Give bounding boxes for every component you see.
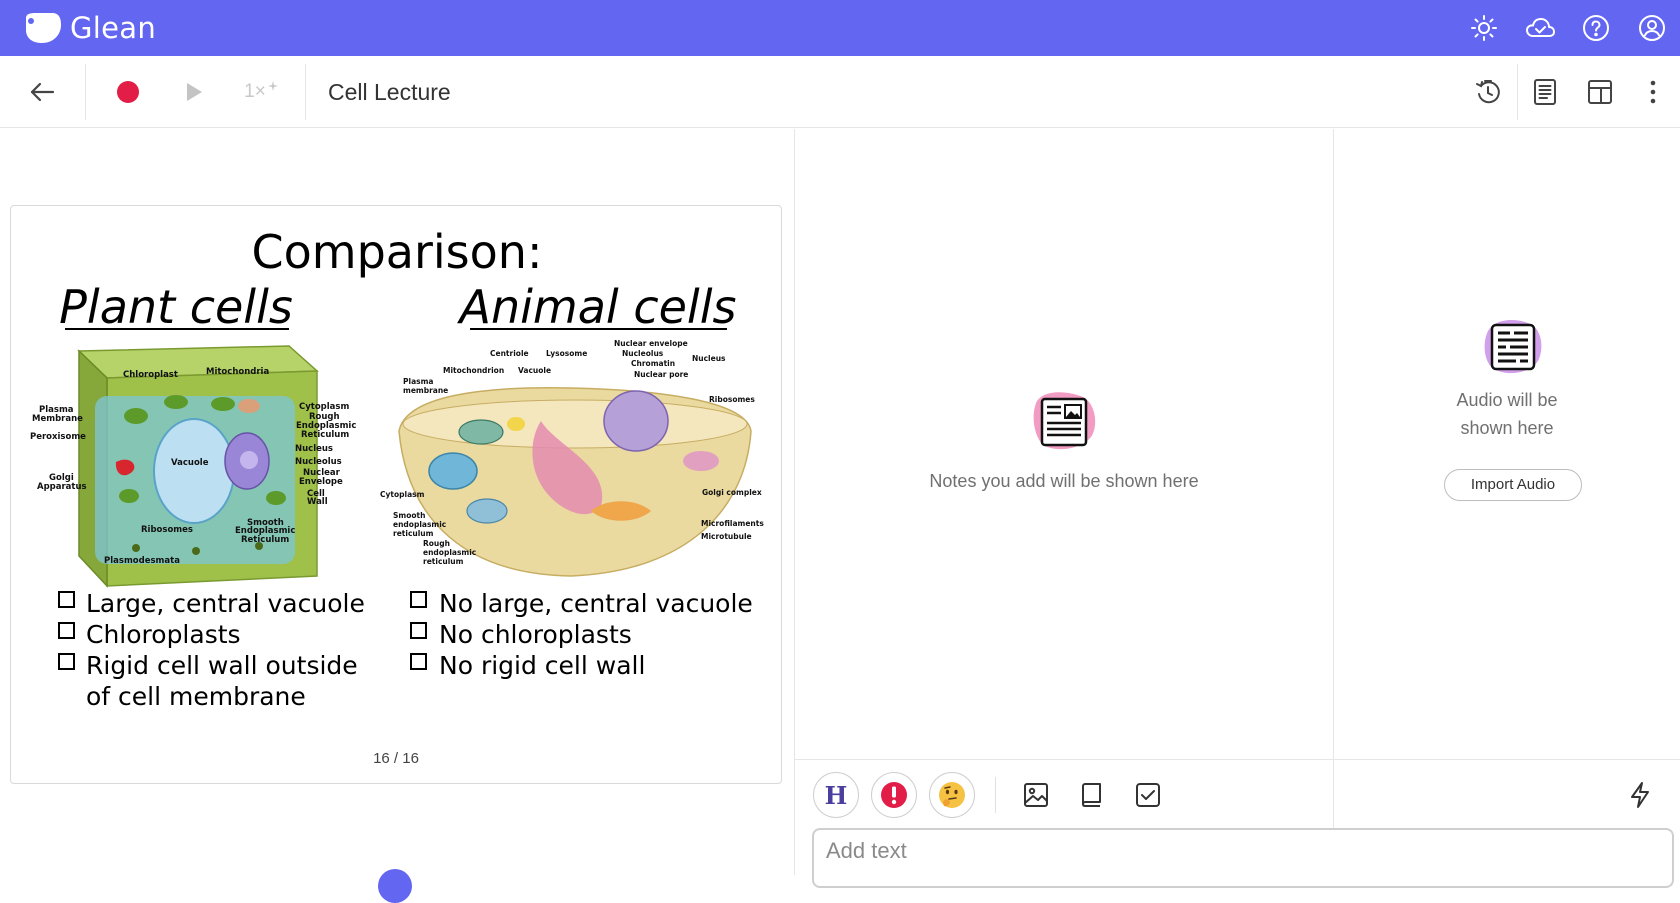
sun-icon[interactable] [1456, 0, 1512, 56]
thinking-face-icon [939, 782, 965, 808]
svg-text:Mitochondrion: Mitochondrion [443, 366, 504, 375]
note-text-input[interactable]: Add text [812, 828, 1674, 888]
svg-text:Reticulum: Reticulum [241, 535, 289, 545]
svg-text:Ribosomes: Ribosomes [141, 525, 193, 535]
svg-text:Envelope: Envelope [299, 477, 343, 487]
record-icon[interactable] [108, 56, 148, 128]
app-name: Glean [70, 11, 157, 45]
svg-text:Golgi complex: Golgi complex [702, 488, 762, 497]
play-icon[interactable] [174, 56, 214, 128]
slide-page-number: 16 / 16 [373, 750, 419, 767]
svg-text:Peroxisome: Peroxisome [30, 432, 86, 442]
speed-label: 1× [244, 81, 266, 102]
svg-text:Membrane: Membrane [32, 414, 83, 424]
svg-text:Vacuole: Vacuole [171, 458, 209, 468]
svg-text:membrane: membrane [403, 386, 448, 395]
svg-text:Centriole: Centriole [490, 349, 529, 358]
audio-empty-line: shown here [1460, 418, 1554, 438]
checkbox-icon[interactable] [1133, 780, 1163, 810]
svg-text:Chloroplast: Chloroplast [123, 370, 178, 380]
svg-text:Microfilaments: Microfilaments [701, 519, 764, 528]
svg-text:Nuclear pore: Nuclear pore [634, 370, 688, 379]
svg-text:Rough: Rough [423, 539, 450, 548]
lecture-title[interactable]: Cell Lecture [328, 56, 451, 128]
audio-empty-text: Audio will be shown here [1334, 386, 1680, 442]
list-item: Large, central vacuole [86, 589, 365, 618]
svg-text:Cytoplasm: Cytoplasm [299, 402, 349, 412]
svg-text:Nucleus: Nucleus [295, 444, 333, 454]
account-icon[interactable] [1624, 0, 1680, 56]
list-item: No large, central vacuole [439, 589, 753, 618]
audio-pane: Audio will be shown here Import Audio [1334, 129, 1680, 759]
note-editor-toolbar: H [795, 760, 1680, 830]
svg-text:Cytoplasm: Cytoplasm [380, 490, 425, 499]
toolbar-divider [1517, 64, 1518, 120]
speed-button[interactable]: 1× [236, 56, 286, 128]
svg-text:Nucleus: Nucleus [692, 354, 726, 363]
glean-logo[interactable]: Glean [22, 11, 156, 45]
heading-icon: H [824, 780, 848, 810]
list-item: Chloroplasts [86, 620, 241, 649]
svg-text:Chromatin: Chromatin [631, 359, 675, 368]
list-item: No rigid cell wall [439, 651, 645, 680]
svg-text:endoplasmic: endoplasmic [423, 548, 476, 557]
svg-text:Plasmodesmata: Plasmodesmata [104, 556, 180, 566]
notes-pane: Notes you add will be shown here [795, 129, 1333, 759]
svg-text:reticulum: reticulum [393, 529, 434, 538]
slide-title: Comparison: [252, 225, 543, 279]
cloud-icon[interactable] [1512, 0, 1568, 56]
notes-illustration-icon [1033, 392, 1096, 450]
audio-empty-line: Audio will be [1456, 390, 1558, 410]
important-icon [881, 782, 907, 808]
more-vertical-icon[interactable] [1636, 56, 1670, 128]
list-item: of cell membrane [86, 682, 306, 711]
svg-text:reticulum: reticulum [423, 557, 464, 566]
sparkle-icon [267, 81, 278, 91]
question-button[interactable] [929, 772, 975, 818]
svg-text:Microtubule: Microtubule [701, 532, 752, 541]
svg-text:Nucleolus: Nucleolus [622, 349, 664, 358]
slide-card[interactable]: Comparison: Plant cells Animal cells Chl… [10, 205, 782, 784]
notes-list-icon[interactable] [1523, 56, 1567, 128]
audio-transcript-icon [1484, 320, 1542, 374]
plant-heading: Plant cells [59, 280, 293, 334]
svg-text:Vacuole: Vacuole [518, 366, 551, 375]
plant-points: Large, central vacuole Chloroplasts Rigi… [58, 589, 365, 711]
important-button[interactable] [871, 772, 917, 818]
svg-text:Ribosomes: Ribosomes [709, 395, 755, 404]
recording-toolbar: 1× Cell Lecture [0, 56, 1680, 128]
slide-pane: Comparison: Plant cells Animal cells Chl… [0, 129, 794, 903]
timer-icon[interactable] [1466, 56, 1510, 128]
animal-heading: Animal cells [457, 280, 737, 334]
svg-text:Smooth: Smooth [393, 511, 425, 520]
back-arrow-icon[interactable] [16, 56, 68, 128]
toolbar-divider [85, 64, 86, 120]
glean-logo-icon [26, 13, 61, 43]
lightning-icon[interactable] [1625, 780, 1655, 810]
import-audio-button[interactable]: Import Audio [1444, 469, 1582, 501]
svg-text:Lysosome: Lysosome [546, 349, 587, 358]
svg-text:endoplasmic: endoplasmic [393, 520, 446, 529]
svg-text:Wall: Wall [307, 497, 328, 507]
svg-text:Plasma: Plasma [403, 377, 433, 386]
layout-icon[interactable] [1578, 56, 1622, 128]
list-item: Rigid cell wall outside [86, 651, 358, 680]
image-icon[interactable] [1021, 780, 1051, 810]
animal-points: No large, central vacuole No chloroplast… [410, 589, 753, 680]
slide-nav-button[interactable] [378, 869, 412, 903]
heading-button[interactable]: H [813, 772, 859, 818]
app-header: Glean [0, 0, 1680, 56]
notes-empty-text: Notes you add will be shown here [929, 471, 1199, 491]
list-item: No chloroplasts [439, 620, 632, 649]
book-icon[interactable] [1077, 780, 1107, 810]
svg-text:Nucleolus: Nucleolus [295, 457, 342, 467]
svg-text:Apparatus: Apparatus [37, 482, 87, 492]
toolbar-divider [305, 64, 306, 120]
svg-text:Reticulum: Reticulum [301, 430, 349, 440]
svg-text:Nuclear envelope: Nuclear envelope [614, 339, 688, 348]
help-icon[interactable] [1568, 0, 1624, 56]
slide-image: Comparison: Plant cells Animal cells Chl… [30, 225, 764, 711]
svg-text:Mitochondria: Mitochondria [206, 367, 269, 377]
toolbar-divider [995, 777, 996, 813]
